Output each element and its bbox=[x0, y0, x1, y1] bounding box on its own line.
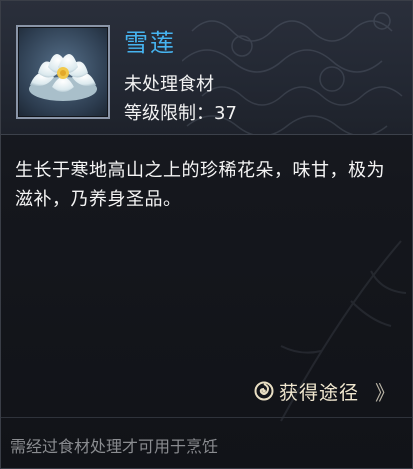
double-chevron-right-icon: 》 bbox=[375, 380, 395, 405]
snow-lotus-icon bbox=[29, 54, 97, 101]
item-description: 生长于寒地高山之上的珍稀花朵，味甘，极为滋补，乃养身圣品。 bbox=[15, 160, 385, 210]
item-tooltip: 雪莲 未处理食材 等级限制：37 生长于寒地高山之上的珍稀花朵，味甘，极为滋补，… bbox=[0, 0, 413, 469]
level-label: 等级限制： bbox=[124, 103, 214, 124]
item-name: 雪莲 bbox=[124, 29, 176, 57]
obtain-source-button[interactable]: 获得途径 》 bbox=[254, 376, 395, 406]
level-value: 37 bbox=[214, 103, 237, 124]
spiral-icon bbox=[254, 381, 274, 401]
item-type: 未处理食材 bbox=[124, 74, 214, 95]
obtain-source-label: 获得途径 bbox=[278, 381, 359, 404]
footer-divider bbox=[1, 417, 412, 418]
item-icon-frame[interactable] bbox=[16, 25, 110, 119]
footer-note: 需经过食材处理才可用于烹饪 bbox=[10, 437, 219, 456]
tooltip-header: 雪莲 未处理食材 等级限制：37 bbox=[1, 1, 412, 135]
level-requirement: 等级限制：37 bbox=[124, 99, 237, 125]
